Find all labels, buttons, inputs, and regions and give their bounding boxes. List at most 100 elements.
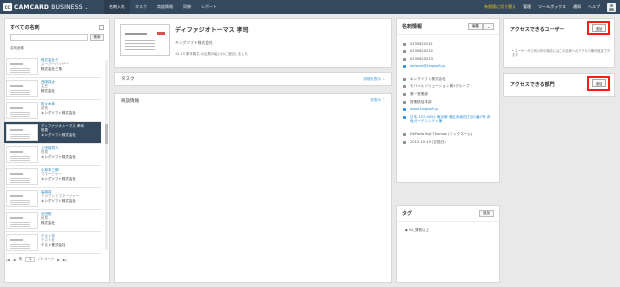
- accessible-users-title: アクセスできるユーザー: [510, 27, 565, 33]
- card-thumbnail: [6, 146, 38, 163]
- selected-card-list-item[interactable]: ディファジオトーマス 孝司 役員 キングソフト株式会社: [4, 122, 101, 144]
- card-list-item[interactable]: 小林本三朗 マネージャー キングソフト株式会社: [4, 166, 101, 188]
- logo: CC CAMCARD BUSINESS ⌄: [0, 3, 104, 11]
- clock-icon: [403, 140, 406, 144]
- business-hide-link[interactable]: 非表示 ⌃: [370, 98, 385, 103]
- next-page-icon[interactable]: ▶: [57, 258, 60, 262]
- card-thumbnail: [6, 190, 38, 207]
- email-row[interactable]: defazio@kingsoft.jp: [397, 63, 499, 71]
- phone-row: 0335620232: [397, 48, 499, 56]
- first-page-icon[interactable]: |◀: [6, 258, 10, 262]
- phone-row: 0335620231: [397, 40, 499, 48]
- phone-icon: [403, 50, 406, 54]
- card-list-item[interactable]: テスト花 テスト社 テスト株式会社: [4, 232, 101, 254]
- card-thumbnail: [6, 58, 38, 75]
- card-info-panel: 名刺情報 編集 ⌄ 0335620231 0335620232 033562023…: [396, 18, 500, 183]
- map-pin-icon: [403, 115, 406, 119]
- business-title: 商談情報: [121, 99, 139, 104]
- card-thumbnail: [6, 80, 38, 97]
- card-thumbnail: [6, 234, 38, 251]
- chevron-up-icon: ⌃: [382, 98, 385, 102]
- person-name: ディファジオトーマス 孝司: [175, 27, 249, 34]
- tag-icon: ◆: [405, 228, 408, 232]
- role-row: 営業統括本部: [397, 98, 499, 106]
- card-list: 株式会社テ スーパーバイザー 株式会社三角 西岡真太 主任 株式会社 佐々木恭 部長 キング…: [4, 56, 101, 255]
- card-thumbnail: [6, 212, 38, 229]
- list-title: すべての名刺: [10, 25, 40, 31]
- tab-report[interactable]: レポート: [196, 0, 222, 14]
- brand-title: CAMCARD BUSINESS: [14, 3, 83, 11]
- task-title: タスク: [121, 77, 135, 82]
- tab-business[interactable]: 商談情報: [152, 0, 178, 14]
- highlight-frame-dept-add: [587, 76, 610, 91]
- card-list-item[interactable]: 石田鋭 役員 株式会社: [4, 210, 101, 232]
- card-list-item[interactable]: 佐々木恭 部長 キングソフト株式会社: [4, 100, 101, 122]
- website-row[interactable]: www.kingsoft.jp: [397, 106, 499, 114]
- user-avatar-icon[interactable]: [607, 2, 616, 12]
- last-page-icon[interactable]: ▶|: [63, 258, 67, 262]
- page-number-input[interactable]: 1: [25, 257, 36, 262]
- company-name: キングソフト株式会社: [175, 40, 213, 45]
- camcard-logo-icon: CC: [3, 3, 12, 11]
- department-row: 第一営業部: [397, 91, 499, 99]
- card-thumbnail: [6, 124, 38, 141]
- notifications-link[interactable]: 通知: [573, 4, 581, 10]
- building-icon: [403, 77, 406, 81]
- role-icon: [403, 100, 406, 104]
- search-row: 検索: [5, 34, 109, 41]
- globe-icon: [403, 108, 406, 112]
- card-thumbnail: [6, 168, 38, 185]
- card-list-item[interactable]: 株式会社テ スーパーバイザー 株式会社三角: [4, 56, 101, 78]
- tag-panel: タグ 追加 ◆ 04_課長以上: [396, 205, 500, 283]
- mail-icon: [403, 65, 406, 69]
- header-actions: 有償版に切り替え 管理 ツールボックス 通知 ヘルプ: [484, 2, 620, 12]
- accessible-departments-title: アクセスできる部門: [510, 82, 555, 88]
- person-icon: [403, 133, 406, 137]
- previous-page-icon[interactable]: ◀: [13, 258, 16, 262]
- exchange-date-row: 2015-10-19 (交換日): [397, 138, 499, 146]
- scroll-thumb[interactable]: [105, 124, 108, 144]
- tab-card-holder[interactable]: 名刺入れ: [104, 0, 130, 14]
- phone-row: 0335620233: [397, 55, 499, 63]
- activity-meta: 10-19 董本義文 の企業の組入れに追加しました: [175, 52, 249, 56]
- upgrade-link[interactable]: 有償版に切り替え: [484, 4, 516, 10]
- tab-colleagues[interactable]: 同僚: [178, 0, 196, 14]
- search-input[interactable]: [10, 34, 88, 41]
- menu-chevron-icon[interactable]: ⌄: [85, 5, 88, 10]
- task-detail-link[interactable]: 詳細を表示 ⌄: [363, 77, 385, 82]
- top-navigation: CC CAMCARD BUSINESS ⌄ 名刺入れ タスク 商談情報 同僚 レ…: [0, 0, 620, 14]
- card-info-header: 名刺情報 編集 ⌄: [397, 19, 499, 35]
- card-thumbnail: [6, 102, 38, 119]
- card-list-item[interactable]: 高橋真 アカウントマネージャー キングソフト株式会社: [4, 188, 101, 210]
- task-section: タスク 詳細を表示 ⌄: [114, 72, 392, 86]
- card-list-item[interactable]: 西岡真太 主任 株式会社: [4, 78, 101, 100]
- access-note: * ユーザーが上司以外の場合にはこの名刺へのアクセス権が設定できます: [512, 49, 611, 57]
- address-row[interactable]: 日本 107-0052 東京都 港区赤坂四丁目1番1号 赤坂ガーデンシティ棟: [397, 113, 499, 125]
- edit-dropdown-icon[interactable]: ⌄: [483, 23, 494, 30]
- card-list-scrollbar[interactable]: [105, 60, 108, 250]
- phone-icon: [403, 42, 406, 46]
- highlight-frame-user-add: [587, 21, 610, 35]
- nickname-row: DeFazio Koji Thomas (ニックネーム): [397, 131, 499, 139]
- main-tabs: 名刺入れ タスク 商談情報 同僚 レポート: [104, 0, 222, 14]
- expand-icon[interactable]: [99, 25, 104, 30]
- accessible-users-panel: アクセスできるユーザー 追加 * ユーザーが上司以外の場合にはこの名刺へのアクセ…: [503, 18, 615, 68]
- business-section: 商談情報 非表示 ⌃: [114, 93, 392, 283]
- admin-link[interactable]: 管理: [523, 4, 531, 10]
- add-tag-button[interactable]: 追加: [479, 210, 494, 217]
- business-card-image[interactable]: [120, 24, 170, 56]
- tag-title: タグ: [402, 211, 413, 217]
- tab-task[interactable]: タスク: [130, 0, 152, 14]
- card-list-item[interactable]: 上田裕賀人 役員 キングソフト株式会社: [4, 144, 101, 166]
- edit-button[interactable]: 編集: [468, 23, 484, 30]
- help-link[interactable]: ヘルプ: [588, 4, 600, 10]
- division-row: モバイルソリューション第1グループ: [397, 83, 499, 91]
- chevron-down-icon: ⌄: [382, 76, 385, 81]
- pagination: |◀ ◀ 第 1 / 3 ページ ▶ ▶|: [6, 257, 67, 262]
- sort-label[interactable]: 名刺画像: [5, 41, 109, 52]
- search-button[interactable]: 検索: [90, 34, 104, 41]
- accessible-departments-panel: アクセスできる部門 追加: [503, 73, 615, 97]
- toolbox-link[interactable]: ツールボックス: [538, 4, 566, 10]
- tag-item[interactable]: ◆ 04_課長以上: [397, 222, 499, 239]
- card-detail-panel: ディファジオトーマス 孝司 キングソフト株式会社 10-19 董本義文 の企業の…: [114, 18, 392, 68]
